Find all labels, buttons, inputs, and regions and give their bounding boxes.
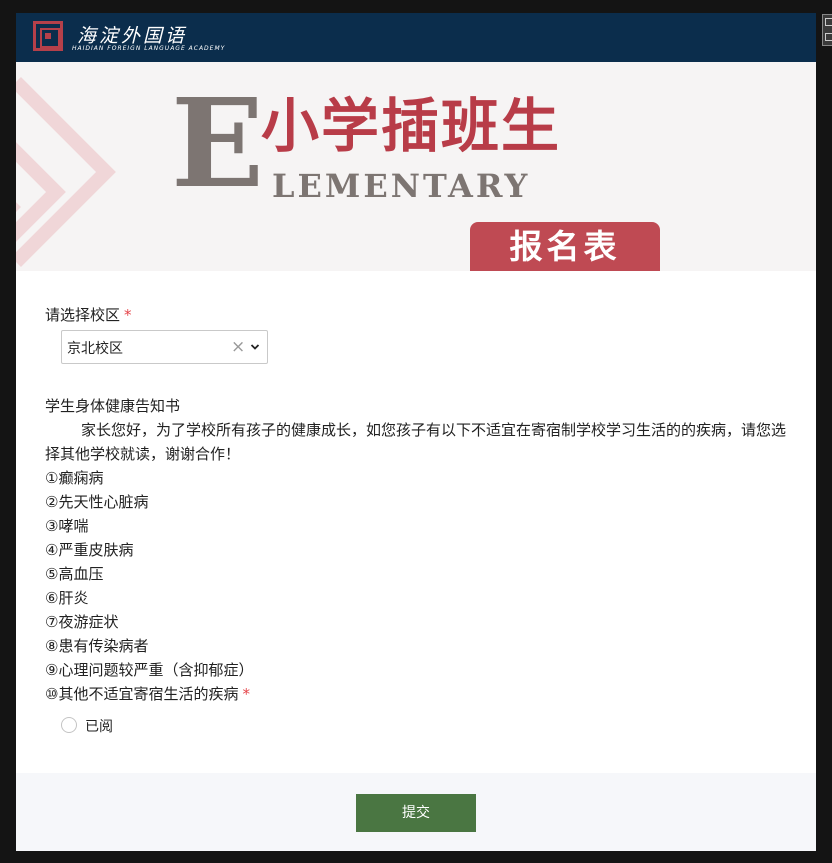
disease-item: ⑨心理问题较严重（含抑郁症） [45, 661, 254, 679]
required-mark: * [242, 685, 250, 703]
disease-item: ④严重皮肤病 [45, 541, 134, 559]
disease-item: ③哮喘 [45, 517, 89, 535]
health-notice: 学生身体健康告知书 家长您好，为了学校所有孩子的健康成长，如您孩子有以下不适宜在… [45, 394, 795, 706]
disease-item: ②先天性心脏病 [45, 493, 149, 511]
notice-body: 家长您好，为了学校所有孩子的健康成长，如您孩子有以下不适宜在寄宿制学校学习生活的… [45, 421, 787, 463]
registration-badge: 报名表 [470, 222, 660, 271]
banner: E 小学插班生 LEMENTARY 报名表 [16, 62, 816, 271]
form-footer: 提交 [16, 773, 816, 851]
logo-text: 海淀外国语 [77, 25, 188, 47]
banner-subtitle: LEMENTARY [272, 167, 531, 205]
disease-item: ⑧患有传染病者 [45, 637, 149, 655]
disease-item: ⑦夜游症状 [45, 613, 119, 631]
acknowledge-radio[interactable] [61, 717, 77, 733]
disease-item-last: ⑩其他不适宜寄宿生活的疾病 * [45, 682, 795, 706]
banner-title: 小学插班生 [261, 92, 562, 160]
disease-item: ⑥肝炎 [45, 589, 89, 607]
campus-selected-value: 京北校区 [67, 341, 123, 357]
disease-item: ①癫痫病 [45, 469, 104, 487]
campus-select[interactable]: 京北校区 × [61, 330, 268, 364]
form-body: 请选择校区 * 京北校区 × 学生身体健康告知书 家长您好，为了学校所有孩子的健康… [16, 271, 816, 773]
logo-english-text: HAIDIAN FOREIGN LANGUAGE ACADEMY [72, 45, 226, 52]
qr-code-icon[interactable] [822, 14, 832, 46]
disease-item-label: ⑩其他不适宜寄宿生活的疾病 [45, 685, 239, 703]
top-bar: 海淀外国语 HAIDIAN FOREIGN LANGUAGE ACADEMY [16, 13, 816, 62]
disease-item: ⑤高血压 [45, 565, 104, 583]
submit-button[interactable]: 提交 [356, 794, 476, 832]
clear-icon[interactable]: × [231, 337, 245, 357]
campus-question: 请选择校区 * [45, 304, 132, 325]
banner-big-letter: E [171, 71, 264, 215]
campus-label: 请选择校区 [45, 306, 121, 324]
required-mark: * [124, 306, 132, 324]
notice-title: 学生身体健康告知书 [45, 397, 181, 415]
acknowledge-label[interactable]: 已阅 [85, 716, 113, 736]
school-logo-icon [33, 21, 63, 51]
form-window: 海淀外国语 HAIDIAN FOREIGN LANGUAGE ACADEMY E… [16, 13, 816, 851]
chevron-down-icon[interactable] [250, 337, 260, 357]
decorative-pattern-icon [16, 77, 116, 267]
